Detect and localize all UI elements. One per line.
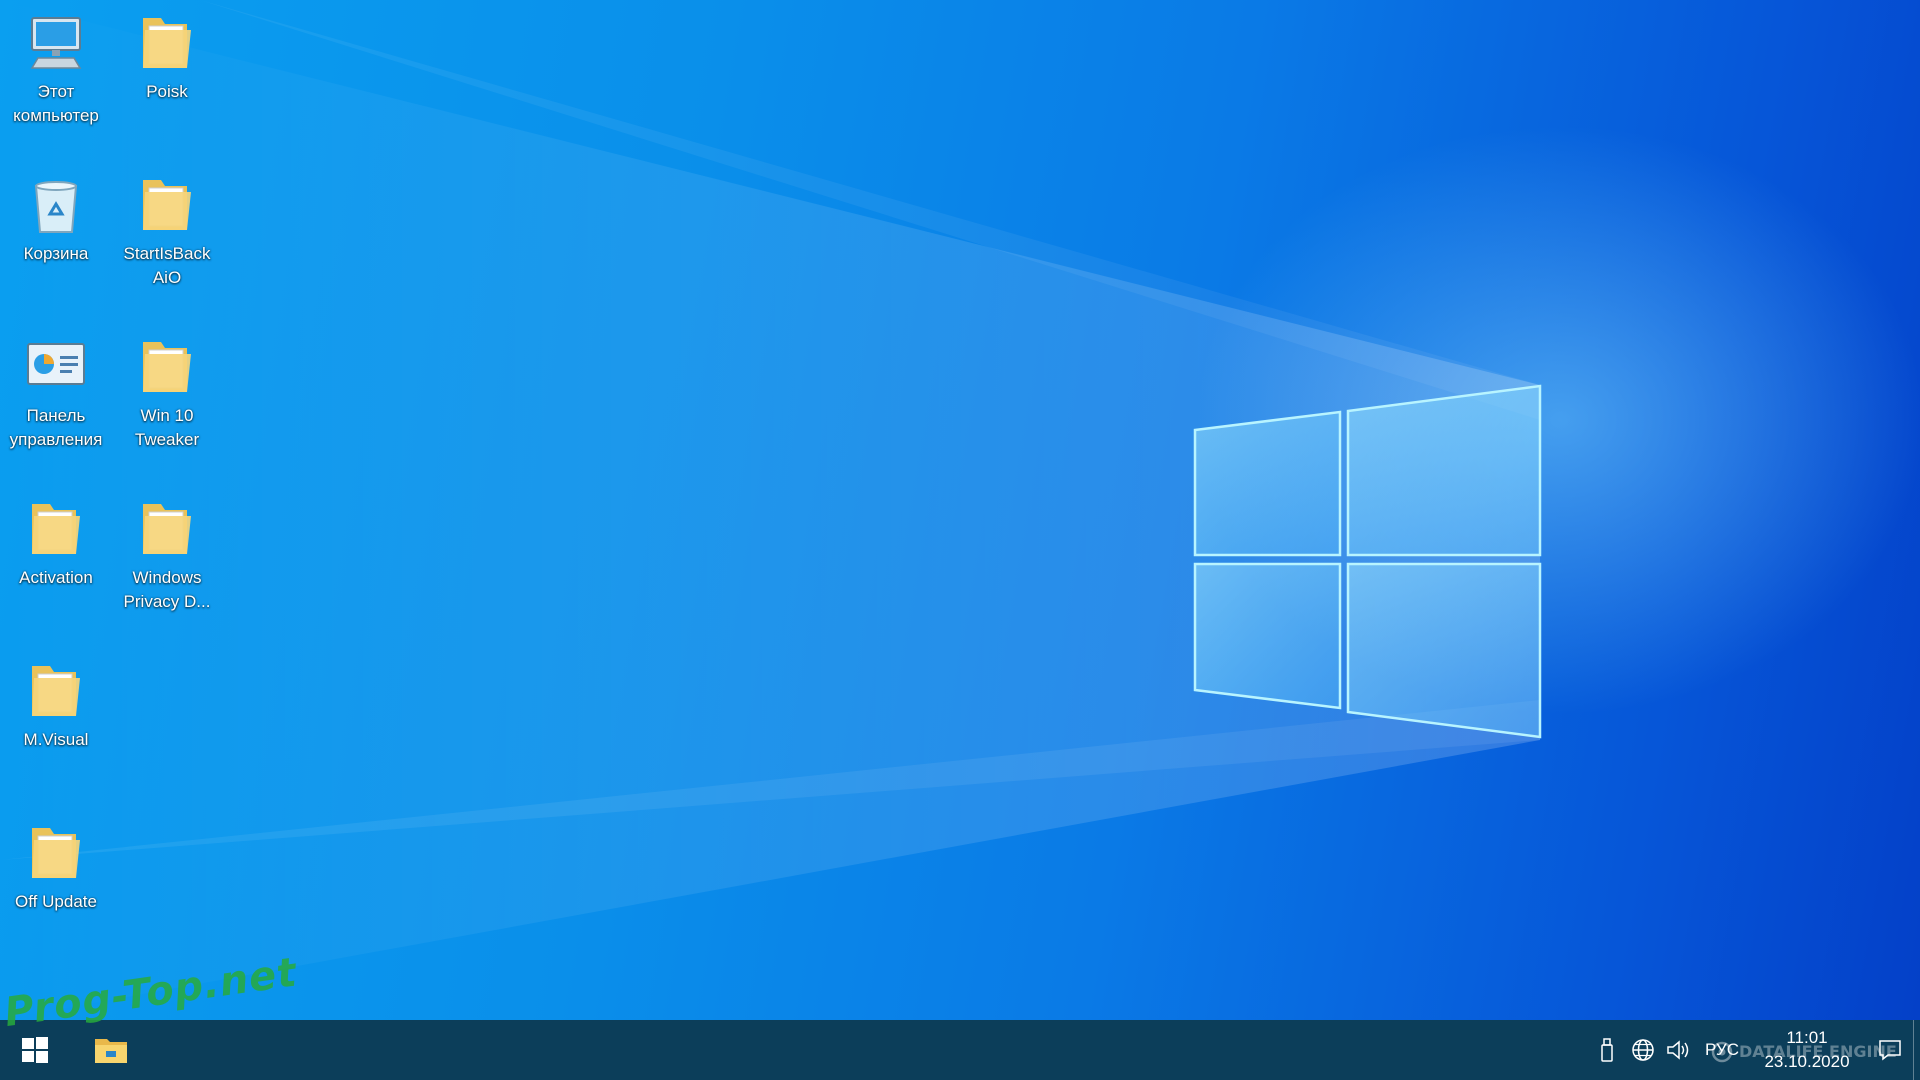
desktop-icon-label: Панель управления <box>9 406 103 449</box>
clock-date: 23.10.2020 <box>1764 1052 1850 1071</box>
clock[interactable]: DATALIFE ENGINE 11:01 23.10.2020 <box>1711 1026 1897 1074</box>
file-explorer-icon <box>95 1039 127 1063</box>
desktop-icon-off-update[interactable]: Off Update <box>3 820 109 914</box>
folder-icon <box>143 180 191 230</box>
desktop-icon-label: Activation <box>19 568 93 587</box>
globe-network-icon <box>1632 1039 1654 1061</box>
folder-icon <box>143 342 191 392</box>
desktop-icon-label: Windows Privacy D... <box>123 568 211 611</box>
desktop[interactable]: Этот компьютер Poisk Корзина StartIsBack… <box>0 0 1920 1020</box>
desktop-icon-this-pc[interactable]: Этот компьютер <box>3 10 109 128</box>
desktop-icon-windows-privacy[interactable]: Windows Privacy D... <box>114 496 220 614</box>
show-desktop-button[interactable] <box>1913 1020 1920 1080</box>
usb-drive-tray-button[interactable] <box>1589 1020 1625 1080</box>
folder-icon <box>32 828 80 878</box>
windows-wallpaper <box>0 0 1542 1020</box>
desktop-icon-recycle-bin[interactable]: Корзина <box>3 172 109 266</box>
speaker-volume-icon <box>1667 1040 1689 1060</box>
folder-icon <box>32 666 80 716</box>
action-center-button[interactable] <box>1867 1020 1913 1080</box>
desktop-icon-m-visual[interactable]: M.Visual <box>3 658 109 752</box>
recycle-bin-icon <box>34 181 78 233</box>
folder-icon <box>32 504 80 554</box>
desktop-icon-label: Win 10 Tweaker <box>134 406 200 449</box>
system-tray: РУС DATALIFE ENGINE 11:01 23.10.2020 <box>1589 1020 1920 1080</box>
desktop-icon-activation[interactable]: Activation <box>3 496 109 590</box>
windows-logo-icon <box>22 1037 48 1063</box>
desktop-icon-label: StartIsBack AiO <box>123 244 211 287</box>
desktop-icon-label: Этот компьютер <box>13 82 99 125</box>
control-panel-icon <box>27 343 85 385</box>
folder-icon <box>143 504 191 554</box>
network-tray-button[interactable] <box>1625 1020 1661 1080</box>
file-explorer-button[interactable] <box>70 1020 152 1080</box>
desktop-icon-startisback[interactable]: StartIsBack AiO <box>114 172 220 290</box>
clock-time: 11:01 <box>1786 1028 1828 1047</box>
desktop-icon-win10-tweaker[interactable]: Win 10 Tweaker <box>114 334 220 452</box>
taskbar: РУС DATALIFE ENGINE 11:01 23.10.2020 <box>0 1020 1920 1080</box>
desktop-icon-label: Корзина <box>23 244 89 263</box>
computer-icon <box>30 17 82 69</box>
desktop-icon-label: Poisk <box>146 82 188 101</box>
notification-icon <box>1879 1040 1901 1061</box>
language-indicator[interactable]: РУС <box>1697 1040 1747 1060</box>
desktop-icon-label: M.Visual <box>23 730 89 749</box>
volume-tray-button[interactable] <box>1661 1020 1697 1080</box>
desktop-icon-poisk[interactable]: Poisk <box>114 10 220 104</box>
desktop-icon-control-panel[interactable]: Панель управления <box>3 334 109 452</box>
folder-icon <box>143 18 191 68</box>
usb-drive-icon <box>1601 1038 1613 1062</box>
start-button[interactable] <box>0 1020 70 1080</box>
desktop-icon-label: Off Update <box>15 892 97 911</box>
